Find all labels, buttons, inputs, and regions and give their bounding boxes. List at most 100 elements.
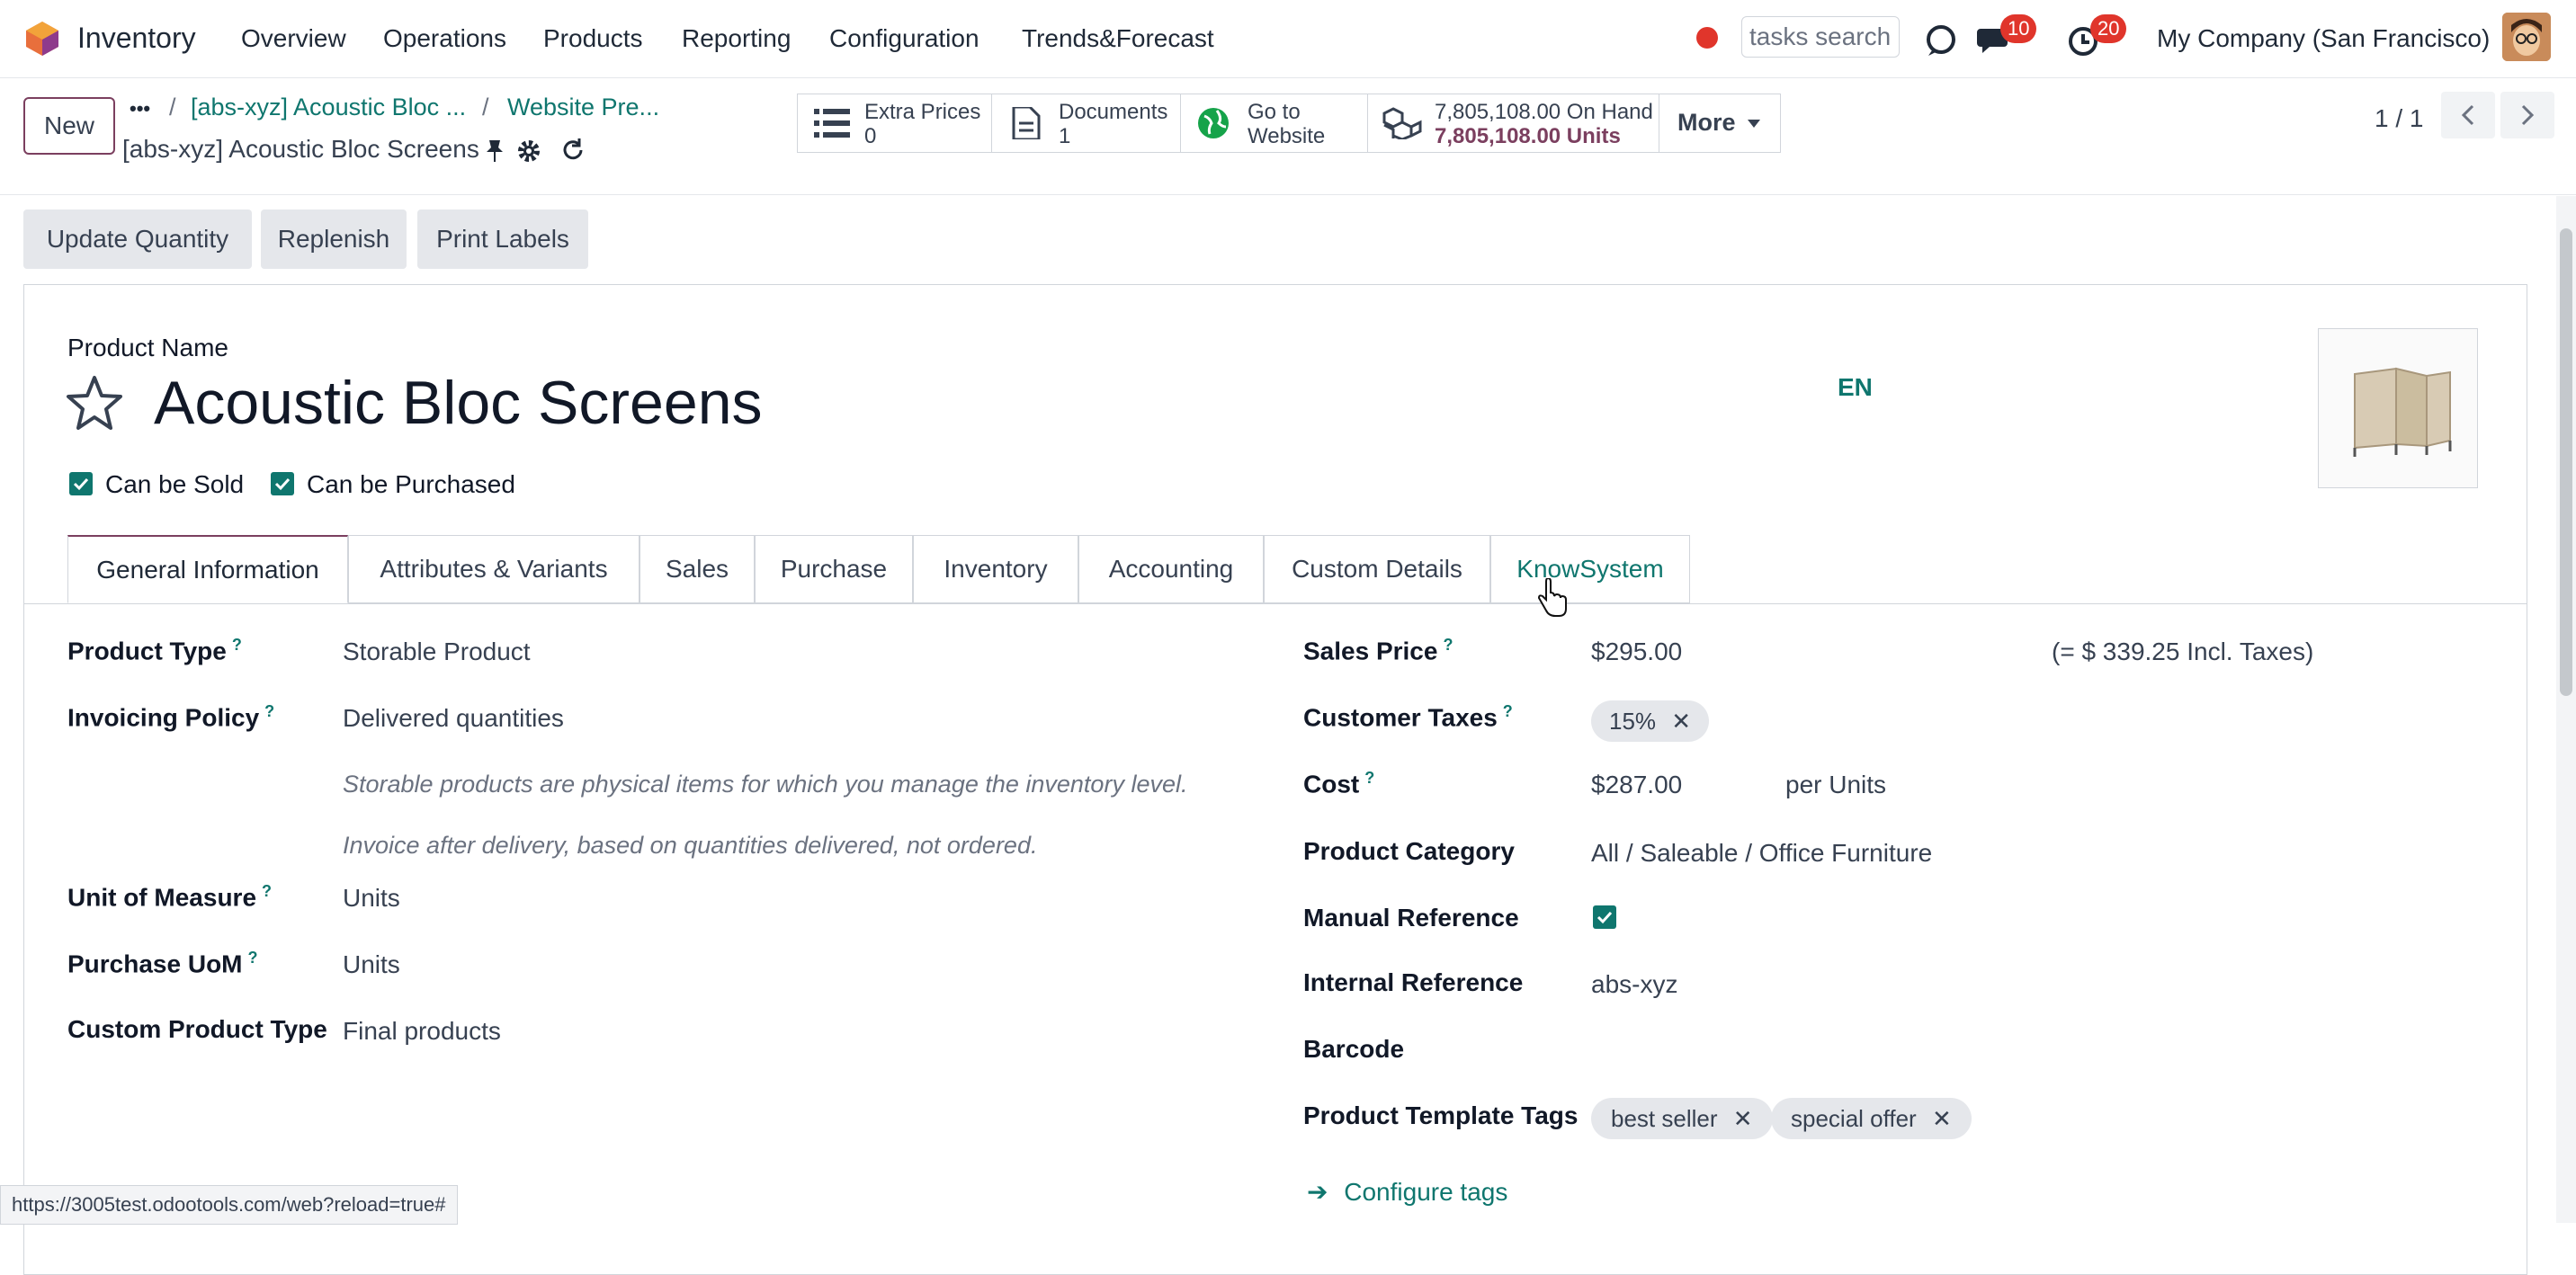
can-be-purchased-checkbox[interactable] [271, 472, 294, 495]
tab-general-information[interactable]: General Information [67, 535, 348, 603]
arrow-right-icon: ➔ [1307, 1178, 1328, 1206]
app-name[interactable]: Inventory [77, 22, 196, 55]
tab-inventory[interactable]: Inventory [913, 535, 1078, 603]
check-icon [73, 477, 89, 491]
breadcrumb-product[interactable]: [abs-xyz] Acoustic Bloc ... [191, 94, 466, 121]
company-switcher[interactable]: My Company (San Francisco) [2157, 24, 2490, 53]
go-to-website-button[interactable]: Go to Website [1181, 94, 1368, 152]
custom-product-type-value[interactable]: Final products [343, 1017, 501, 1046]
manual-reference-label: Manual Reference [1303, 904, 1519, 932]
can-be-purchased-label: Can be Purchased [307, 470, 515, 498]
tab-attributes-variants[interactable]: Attributes & Variants [348, 535, 640, 603]
extra-prices-button[interactable]: Extra Prices 0 [798, 94, 992, 152]
purchase-uom-label: Purchase UoM? [67, 949, 258, 978]
menu-reporting[interactable]: Reporting [682, 24, 791, 53]
purchase-uom-value[interactable]: Units [343, 950, 400, 979]
voip-phone-icon[interactable] [1921, 20, 1961, 59]
tab-knowsystem[interactable]: KnowSystem [1490, 535, 1690, 603]
breadcrumb-separator: / [482, 94, 489, 120]
menu-configuration[interactable]: Configuration [829, 24, 979, 53]
previous-record-button[interactable] [2441, 92, 2495, 138]
breadcrumb-separator: / [169, 94, 176, 120]
replenish-button[interactable]: Replenish [261, 210, 407, 269]
tag-label: best seller [1611, 1105, 1718, 1132]
remove-tag-icon[interactable]: ✕ [1733, 1105, 1753, 1132]
more-dropdown-button[interactable]: More [1659, 94, 1780, 152]
extra-prices-value: 0 [864, 124, 877, 148]
status-bar-url: https://3005test.odootools.com/web?reloa… [0, 1185, 458, 1225]
form-sheet: Product Name Acoustic Bloc Screens EN Ca… [23, 284, 2527, 1275]
extra-prices-label: Extra Prices [864, 100, 981, 124]
favorite-star-icon[interactable] [66, 375, 123, 431]
template-tags-field[interactable]: best seller ✕ special offer ✕ [1591, 1098, 2041, 1139]
recording-indicator-icon[interactable] [1696, 27, 1718, 49]
can-be-sold-checkbox[interactable] [69, 472, 93, 495]
menu-trends-forecast[interactable]: Trends&Forecast [1022, 24, 1214, 53]
tab-sales[interactable]: Sales [640, 535, 755, 603]
internal-reference-value[interactable]: abs-xyz [1591, 970, 1677, 999]
remove-tag-icon[interactable]: ✕ [1671, 708, 1691, 735]
record-name: [abs-xyz] Acoustic Bloc Screens [122, 135, 479, 163]
tasks-search-input[interactable] [1741, 16, 1900, 58]
page-scrollbar[interactable] [2556, 196, 2576, 1223]
menu-overview[interactable]: Overview [241, 24, 346, 53]
refresh-icon[interactable] [559, 137, 586, 164]
product-category-value[interactable]: All / Saleable / Office Furniture [1591, 839, 1932, 868]
unit-of-measure-value[interactable]: Units [343, 884, 400, 913]
language-button[interactable]: EN [1838, 373, 1873, 402]
menu-products[interactable]: Products [543, 24, 643, 53]
avatar-face-icon [2502, 13, 2551, 61]
documents-button[interactable]: Documents 1 [992, 94, 1181, 152]
can-be-sold-label: Can be Sold [105, 470, 245, 498]
tabs-divider [24, 603, 2527, 604]
documents-value: 1 [1059, 124, 1071, 148]
new-button[interactable]: New [23, 97, 115, 155]
document-icon [1012, 107, 1041, 139]
sales-price-value[interactable]: $295.00 [1591, 638, 1682, 666]
breadcrumb-website-preview[interactable]: Website Pre... [507, 94, 659, 121]
product-image[interactable] [2318, 328, 2478, 488]
breadcrumb-more-button[interactable]: ••• [130, 97, 150, 120]
top-navbar: Inventory Overview Operations Products R… [0, 0, 2576, 78]
barcode-input[interactable] [1591, 1031, 2041, 1067]
product-type-value[interactable]: Storable Product [343, 638, 531, 666]
chevron-right-icon [2521, 104, 2535, 126]
customer-taxes-label: Customer Taxes? [1303, 702, 1513, 732]
help-icon[interactable]: ? [264, 702, 274, 720]
globe-icon [1198, 108, 1229, 138]
pager-value: 1 / 1 [2375, 104, 2424, 132]
control-panel: New ••• / [abs-xyz] Acoustic Bloc ... / … [0, 77, 2576, 195]
cost-label: Cost? [1303, 769, 1375, 798]
help-icon[interactable]: ? [1364, 769, 1374, 787]
gear-icon[interactable] [516, 138, 541, 164]
invoicing-policy-value[interactable]: Delivered quantities [343, 704, 564, 733]
next-record-button[interactable] [2500, 92, 2554, 138]
help-icon[interactable]: ? [232, 636, 242, 654]
tab-purchase[interactable]: Purchase [755, 535, 913, 603]
tab-accounting[interactable]: Accounting [1078, 535, 1264, 603]
go-to-label: Go to [1248, 100, 1301, 124]
tab-custom-details[interactable]: Custom Details [1264, 535, 1490, 603]
tax-tag[interactable]: 15% ✕ [1591, 700, 1710, 742]
help-icon[interactable]: ? [248, 949, 258, 967]
update-quantity-button[interactable]: Update Quantity [23, 210, 252, 269]
help-icon[interactable]: ? [262, 882, 272, 900]
tag-best-seller[interactable]: best seller ✕ [1591, 1098, 1773, 1139]
remove-tag-icon[interactable]: ✕ [1932, 1105, 1952, 1132]
documents-label: Documents [1059, 100, 1168, 124]
configure-tags-link[interactable]: ➔ Configure tags [1307, 1177, 1507, 1207]
help-icon[interactable]: ? [1443, 636, 1453, 654]
manual-reference-checkbox[interactable] [1593, 905, 1616, 929]
user-avatar[interactable] [2502, 13, 2551, 61]
product-name[interactable]: Acoustic Bloc Screens [154, 368, 763, 438]
on-hand-button[interactable]: 7,805,108.00 On Hand 7,805,108.00 Units [1368, 94, 1659, 152]
help-icon[interactable]: ? [1503, 702, 1513, 720]
tag-special-offer[interactable]: special offer ✕ [1771, 1098, 1972, 1139]
menu-operations[interactable]: Operations [383, 24, 506, 53]
pin-icon[interactable] [484, 138, 505, 164]
print-labels-button[interactable]: Print Labels [417, 210, 588, 269]
app-logo-icon[interactable] [23, 20, 61, 58]
tag-label: special offer [1791, 1105, 1917, 1132]
scrollbar-thumb[interactable] [2560, 228, 2572, 696]
cost-value[interactable]: $287.00 [1591, 771, 1682, 799]
